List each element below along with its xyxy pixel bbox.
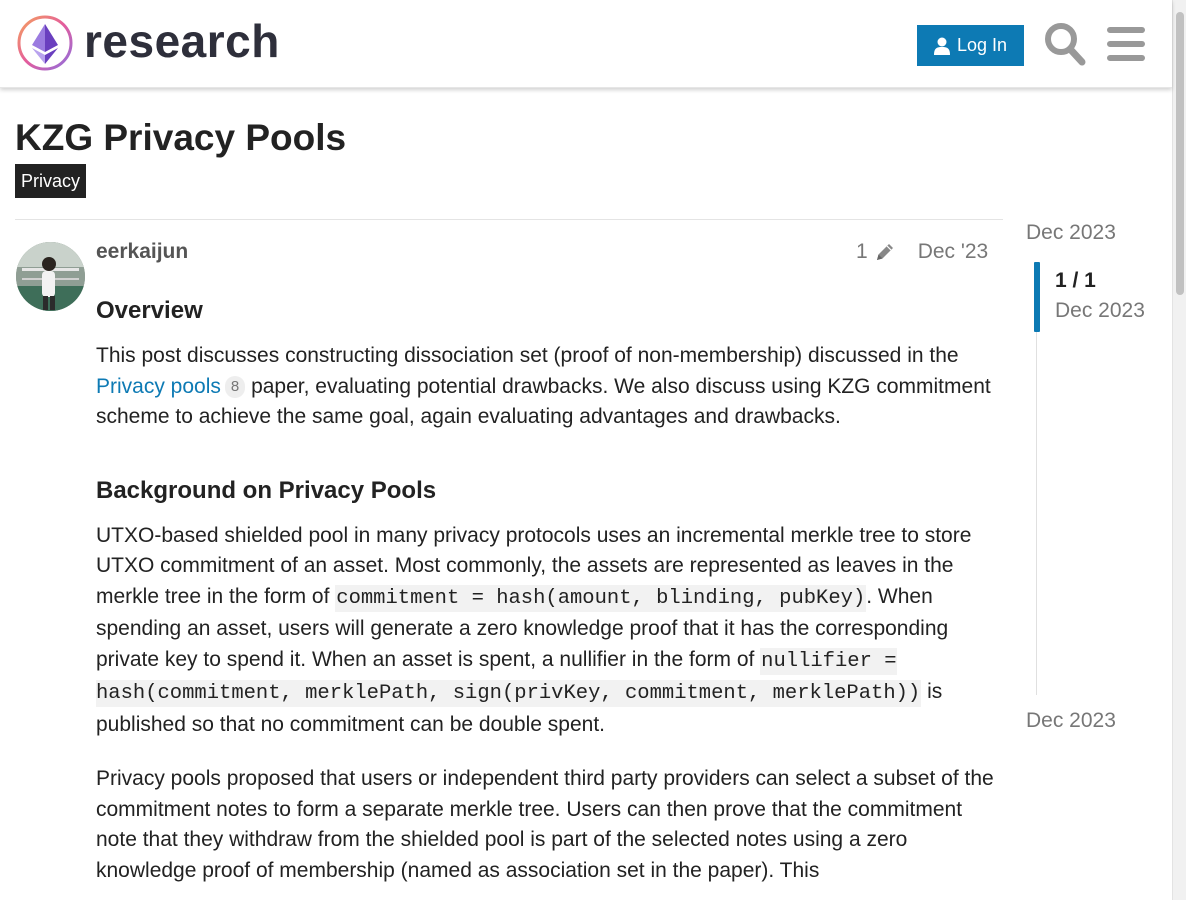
- post-body: Overview This post discusses constructin…: [96, 290, 996, 910]
- category-badge[interactable]: Privacy: [15, 164, 87, 198]
- privacy-pools-link[interactable]: Privacy pools: [96, 375, 221, 398]
- scrollbar-thumb[interactable]: [1176, 12, 1184, 295]
- site-logo[interactable]: research: [16, 14, 280, 72]
- logo-text: research: [84, 15, 280, 67]
- paragraph-overview: This post discusses constructing dissoci…: [96, 341, 996, 433]
- heading-overview: Overview: [96, 297, 203, 324]
- pencil-icon: [876, 244, 893, 260]
- code-commitment: commitment = hash(amount, blinding, pubK…: [335, 584, 867, 612]
- post-username[interactable]: eerkaijun: [96, 240, 188, 264]
- user-icon: [933, 37, 950, 55]
- timeline-position: 1 / 1: [1055, 269, 1096, 292]
- timeline-handle[interactable]: [1034, 262, 1040, 332]
- timeline-start-date[interactable]: Dec 2023: [1026, 221, 1116, 245]
- text-span: This post discusses constructing dissoci…: [96, 344, 959, 367]
- paragraph-association-set: Privacy pools proposed that users or ind…: [96, 767, 994, 882]
- login-button[interactable]: Log In: [917, 25, 1024, 66]
- topic-title[interactable]: KZG Privacy Pools: [15, 117, 346, 159]
- post-date[interactable]: Dec '23: [918, 240, 989, 264]
- timeline-end-date[interactable]: Dec 2023: [1026, 709, 1116, 733]
- user-avatar[interactable]: [16, 242, 85, 311]
- ethereum-research-logo-icon: [17, 15, 73, 71]
- avatar-photo: [16, 242, 85, 311]
- heading-background: Background on Privacy Pools: [96, 476, 437, 504]
- search-icon: [1045, 23, 1086, 66]
- post-meta: 1 Dec '23: [856, 240, 988, 264]
- menu-button[interactable]: [1107, 27, 1145, 61]
- edit-history-button[interactable]: 1: [856, 240, 896, 264]
- hamburger-menu-icon: [1107, 27, 1145, 61]
- site-header: research Log In: [0, 0, 1172, 88]
- paragraph-background: UTXO-based shielded pool in many privacy…: [96, 521, 996, 741]
- link-click-count: 8: [224, 375, 246, 398]
- edit-count: 1: [856, 240, 868, 263]
- title-divider: [15, 219, 1003, 220]
- page-scrollbar[interactable]: [1172, 0, 1186, 900]
- timeline-current-date: Dec 2023: [1055, 299, 1145, 322]
- login-label: Log In: [956, 35, 1008, 55]
- search-button[interactable]: [1044, 22, 1086, 66]
